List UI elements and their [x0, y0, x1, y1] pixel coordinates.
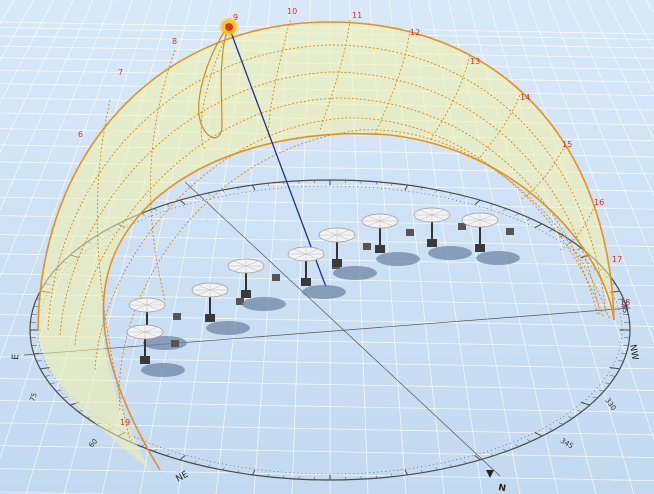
hour-label: 7	[118, 68, 123, 77]
hour-label: 12	[410, 28, 420, 37]
hour-label: 16	[594, 198, 604, 207]
hour-label: 14	[520, 93, 530, 102]
sun-path-scene: 6 7 8 9 10 11 12 13 14 15 16 17 18 19 E …	[0, 0, 654, 494]
hour-label: 13	[470, 57, 480, 66]
hour-label: 15	[562, 140, 572, 149]
compass-label-285: 285	[620, 299, 629, 313]
hour-label: 19	[120, 418, 130, 427]
hour-label: 11	[352, 11, 362, 20]
hour-label: 8	[172, 37, 177, 46]
hour-label: 6	[78, 130, 83, 139]
hour-label: 17	[612, 255, 622, 264]
hour-label: 10	[287, 7, 297, 16]
sun-icon[interactable]	[219, 17, 239, 37]
